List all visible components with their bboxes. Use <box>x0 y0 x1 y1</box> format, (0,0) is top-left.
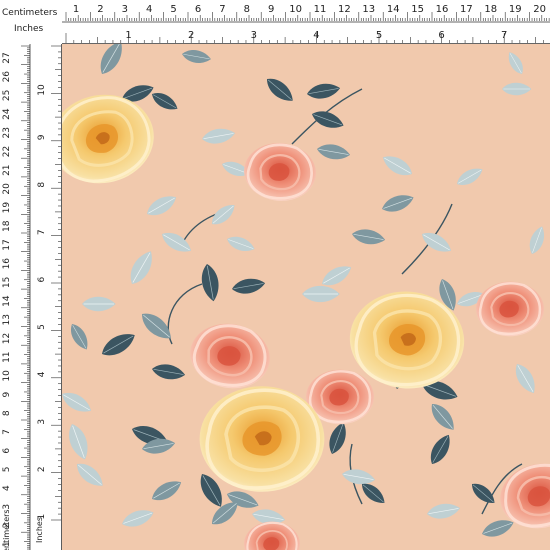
cm-tick-label: 24 <box>2 108 12 120</box>
inch-tick-label: 6 <box>438 30 444 41</box>
cm-tick-label: 12 <box>2 333 12 344</box>
cm-tick-label: 19 <box>509 4 522 15</box>
inch-tick-label: 5 <box>37 324 47 330</box>
cm-tick-label: 8 <box>244 4 250 15</box>
cm-tick-label: 18 <box>2 220 12 232</box>
cm-tick-label: 15 <box>2 277 12 288</box>
inch-tick-label: 10 <box>37 84 47 96</box>
inch-tick-label: 5 <box>376 30 382 41</box>
top-ruler-svg: 1234567891011121314151617181920211234567… <box>0 4 550 44</box>
cm-label: Centimeters <box>2 8 58 18</box>
cm-tick-label: 22 <box>2 146 12 157</box>
cm-tick-label: 13 <box>2 314 12 325</box>
inch-tick-label: 4 <box>37 371 47 377</box>
inch-tick-label: 8 <box>37 182 47 188</box>
cm-tick-label: 11 <box>314 4 327 15</box>
left-ruler: 27 26 25 24 23 22 21 20 19 18 17 16 15 14 13 12 11 10 9 8 7 6… <box>0 44 62 554</box>
inch-tick-label: 6 <box>37 276 47 282</box>
cm-tick-label: 11 <box>2 351 12 362</box>
cm-tick-label: 7 <box>219 4 225 15</box>
cm-tick-label: 16 <box>436 4 449 15</box>
cm-tick-label: 15 <box>411 4 424 15</box>
inch-tick-label: 7 <box>501 30 507 41</box>
cm-tick-label: 20 <box>2 183 12 195</box>
cm-tick-label: 7 <box>2 429 12 435</box>
cm-tick-label: 17 <box>2 239 12 250</box>
rose <box>474 280 546 338</box>
cm-tick-label: 21 <box>2 164 12 175</box>
inch-tick-label: 1 <box>125 30 131 41</box>
cm-tick-label: 27 <box>2 52 12 63</box>
cm-tick-label: 16 <box>2 258 12 270</box>
cm-tick-label: 9 <box>268 4 274 15</box>
cm-tick-label: 12 <box>338 4 351 15</box>
left-ruler-svg: 2726252423222120191817161514131211109876… <box>2 44 62 554</box>
floral-pattern <box>62 44 550 550</box>
left-inch-label: Inches <box>35 517 44 543</box>
inch-tick-label: 3 <box>251 30 257 41</box>
cm-tick-label: 25 <box>2 90 12 101</box>
inch-tick-label: 2 <box>188 30 194 41</box>
inch-tick-label: 4 <box>313 30 319 41</box>
cm-tick-label: 6 <box>2 448 12 454</box>
cm-tick-label: 6 <box>195 4 201 15</box>
fabric-swatch <box>62 44 550 550</box>
inch-tick-label: 3 <box>37 419 47 425</box>
cm-tick-label: 14 <box>2 295 12 307</box>
cm-tick-label: 18 <box>484 4 497 15</box>
cm-tick-label: 17 <box>460 4 473 15</box>
cm-tick-label: 3 <box>2 504 12 510</box>
cm-tick-label: 26 <box>2 71 12 83</box>
top-ruler: 1234567891011121314151617181920211234567… <box>0 0 550 44</box>
cm-tick-label: 20 <box>533 4 546 15</box>
cm-tick-label: 19 <box>2 202 12 214</box>
cm-tick-label: 5 <box>170 4 176 15</box>
inch-tick-label: 7 <box>37 229 47 235</box>
left-cm-label: Centimeters <box>2 509 11 550</box>
cm-tick-label: 13 <box>362 4 375 15</box>
cm-tick-label: 4 <box>146 4 152 15</box>
inch-tick-label: 2 <box>37 466 47 472</box>
cm-tick-label: 14 <box>387 4 400 15</box>
rose <box>197 384 327 494</box>
ruler-corner: Centimeters Inches <box>0 0 62 44</box>
cm-tick-label: 5 <box>2 467 12 473</box>
cm-tick-label: 9 <box>2 391 12 397</box>
cm-tick-label: 10 <box>2 370 12 382</box>
cm-tick-label: 4 <box>2 485 12 491</box>
cm-tick-label: 3 <box>122 4 128 15</box>
cm-tick-label: 10 <box>289 4 302 15</box>
cm-tick-label: 1 <box>73 4 79 15</box>
inch-label: Inches <box>14 24 44 34</box>
inch-tick-label: 9 <box>37 134 47 140</box>
cm-tick-label: 8 <box>2 410 12 416</box>
cm-tick-label: 23 <box>2 127 12 138</box>
cm-tick-label: 2 <box>97 4 103 15</box>
